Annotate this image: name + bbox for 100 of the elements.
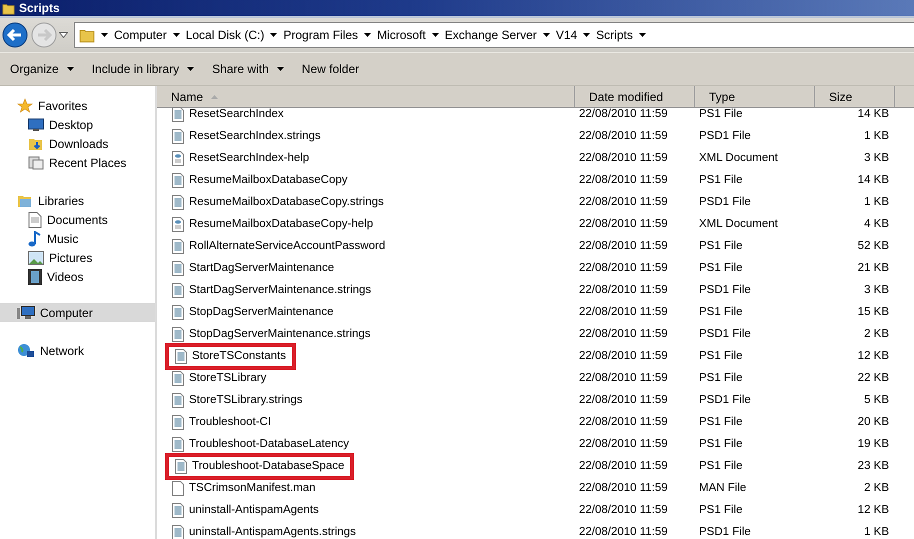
file-name[interactable]: ResumeMailboxDatabaseCopy-help <box>189 218 374 230</box>
file-name[interactable]: Troubleshoot-CI <box>189 416 272 428</box>
file-name[interactable]: StopDagServerMaintenance <box>189 306 334 318</box>
type-cell-text: XML Document <box>698 152 779 164</box>
file-name[interactable]: StartDagServerMaintenance <box>189 262 334 274</box>
type-cell-text: PSD1 File <box>698 196 752 208</box>
size-cell-text: 52 KB <box>856 240 890 252</box>
nav-item[interactable]: Computer <box>0 303 155 322</box>
type-cell-text: PS1 File <box>698 416 744 428</box>
size-cell-text: 2 KB <box>863 328 890 340</box>
blank-file-icon <box>172 480 184 496</box>
date-cell-text: 22/08/2010 11:59 <box>578 504 669 516</box>
file-name[interactable]: ResumeMailboxDatabaseCopy <box>189 174 348 186</box>
file-name[interactable]: RollAlternateServiceAccountPassword <box>189 240 386 252</box>
size-cell-text: 14 KB <box>856 174 890 186</box>
toolbar-button[interactable]: New folder <box>302 62 360 76</box>
date-cell-text: 22/08/2010 11:59 <box>578 460 669 472</box>
breadcrumb[interactable]: Microsoft <box>377 28 439 42</box>
date-cell-text: 22/08/2010 11:59 <box>578 284 669 296</box>
script-file-icon <box>172 106 184 122</box>
address-bar[interactable]: Computer Local Disk (C:) Program Files Microsoft Exchange Server V14 Scripts <box>74 22 914 48</box>
nav-item[interactable]: Recent Places <box>0 153 155 172</box>
file-name[interactable]: uninstall-AntispamAgents.strings <box>189 526 356 538</box>
folder-icon <box>79 27 95 43</box>
file-name[interactable]: TSCrimsonManifest.man <box>189 482 316 494</box>
file-name[interactable]: ResetSearchIndex-help <box>189 152 310 164</box>
nav-item[interactable]: Network <box>0 341 155 360</box>
file-name[interactable]: ResumeMailboxDatabaseCopy.strings <box>189 196 384 208</box>
date-cell-text: 22/08/2010 11:59 <box>578 174 669 186</box>
type-cell-text: PS1 File <box>698 504 744 516</box>
size-cell-text: 15 KB <box>856 306 890 318</box>
file-name[interactable]: uninstall-AntispamAgents <box>189 504 319 516</box>
date-cell-text: 22/08/2010 11:59 <box>578 240 669 252</box>
computer-icon <box>17 306 35 320</box>
date-cell-text: 22/08/2010 11:59 <box>578 350 669 362</box>
file-name[interactable]: ResetSearchIndex <box>189 108 284 120</box>
type-cell-text: PS1 File <box>698 174 744 186</box>
breadcrumb[interactable]: Computer <box>114 28 180 42</box>
history-dropdown-icon[interactable] <box>59 32 68 38</box>
type-cell-text: PSD1 File <box>698 328 752 340</box>
date-cell-text: 22/08/2010 11:59 <box>578 218 669 230</box>
breadcrumb[interactable]: Program Files <box>283 28 372 42</box>
file-name[interactable]: StopDagServerMaintenance.strings <box>189 328 371 340</box>
film-strip-icon <box>28 268 42 284</box>
toolbar-button[interactable]: Include in library <box>92 62 194 76</box>
date-cell-text: 22/08/2010 11:59 <box>578 262 669 274</box>
file-name[interactable]: Troubleshoot-DatabaseLatency <box>189 438 350 450</box>
date-cell-text: 22/08/2010 11:59 <box>578 416 669 428</box>
nav-item[interactable]: Downloads <box>0 134 155 153</box>
date-cell-text: 22/08/2010 11:59 <box>578 306 669 318</box>
caret-icon <box>101 33 108 37</box>
breadcrumb[interactable]: Exchange Server <box>444 28 550 42</box>
script-file-icon <box>172 260 184 276</box>
date-cell-text: 22/08/2010 11:59 <box>578 438 669 450</box>
nav-item[interactable]: Documents <box>0 210 155 229</box>
breadcrumb[interactable]: Local Disk (C:) <box>186 28 278 42</box>
type-cell-text: PSD1 File <box>698 284 752 296</box>
star-icon <box>17 98 33 114</box>
file-name[interactable]: StartDagServerMaintenance.strings <box>189 284 372 296</box>
file-name[interactable]: Troubleshoot-DatabaseSpace <box>192 460 344 472</box>
date-cell-text: 22/08/2010 11:59 <box>578 526 669 538</box>
type-cell-text: PSD1 File <box>698 526 752 538</box>
xml-file-icon <box>172 216 184 232</box>
size-cell-text: 1 KB <box>863 196 890 208</box>
column-header[interactable]: Type <box>695 86 815 107</box>
column-header[interactable]: Date modified <box>575 86 695 107</box>
date-cell-text: 22/08/2010 11:59 <box>578 394 669 406</box>
script-file-icon <box>172 392 184 408</box>
script-file-icon <box>172 282 184 298</box>
breadcrumb[interactable]: V14 <box>556 28 590 42</box>
type-cell-text: XML Document <box>698 218 779 230</box>
toolbar-button[interactable]: Share with <box>212 62 284 76</box>
nav-item[interactable]: Desktop <box>0 115 155 134</box>
nav-item[interactable]: Pictures <box>0 248 155 267</box>
column-header[interactable]: Size <box>815 86 895 107</box>
caret-icon <box>270 33 278 37</box>
script-file-icon <box>172 128 184 144</box>
size-cell-text: 12 KB <box>856 504 890 516</box>
file-name[interactable]: StoreTSLibrary <box>189 372 266 384</box>
size-cell-text: 12 KB <box>856 350 890 362</box>
type-cell-text: MAN File <box>698 482 748 494</box>
nav-item[interactable]: Favorites <box>0 96 155 115</box>
toolbar-button[interactable]: Organize <box>10 62 74 76</box>
document-icon <box>28 212 42 228</box>
script-file-icon <box>172 326 184 342</box>
date-cell-text: 22/08/2010 11:59 <box>578 482 669 494</box>
file-name[interactable]: ResetSearchIndex.strings <box>189 130 321 142</box>
caret-icon <box>276 67 284 71</box>
nav-item[interactable]: Libraries <box>0 191 155 210</box>
script-file-icon <box>172 370 184 386</box>
script-file-icon <box>172 502 184 518</box>
file-name[interactable]: StoreTSLibrary.strings <box>189 394 303 406</box>
back-button[interactable] <box>2 22 28 48</box>
picture-icon <box>28 250 44 264</box>
file-name[interactable]: StoreTSConstants <box>192 350 286 362</box>
nav-item[interactable]: Music <box>0 229 155 248</box>
nav-item[interactable]: Videos <box>0 267 155 286</box>
breadcrumb[interactable]: Scripts <box>596 28 646 42</box>
script-file-icon <box>172 436 184 452</box>
size-cell-text: 5 KB <box>863 394 890 406</box>
